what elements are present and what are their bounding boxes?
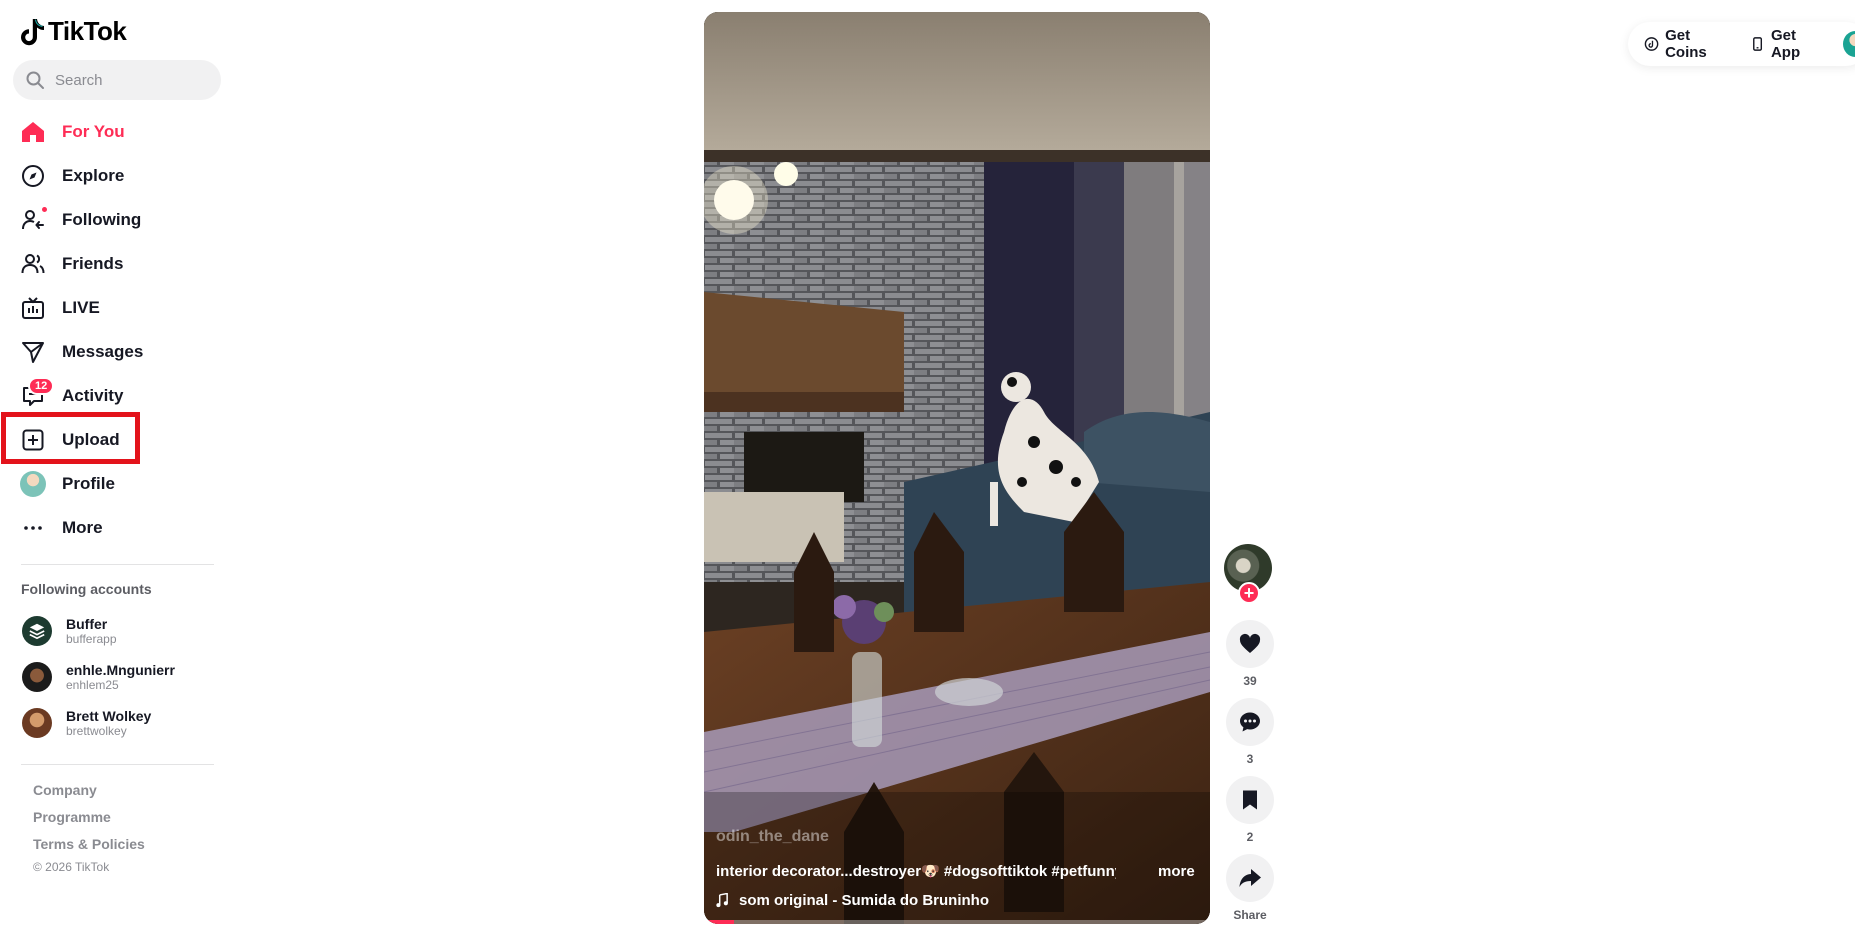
nav-label: Messages — [62, 342, 144, 361]
nav-item-activity[interactable]: 12 Activity — [8, 374, 228, 418]
nav-item-friends[interactable]: Friends — [8, 242, 228, 286]
phone-icon — [1752, 37, 1762, 51]
search-icon — [26, 71, 44, 89]
following-account-item[interactable]: Buffer bufferapp — [22, 616, 117, 646]
user-avatar[interactable] — [1843, 31, 1855, 57]
account-name: enhle.Mngunierr — [66, 662, 175, 678]
nav-label: Profile — [62, 474, 115, 493]
nav-item-upload[interactable]: Upload — [8, 418, 228, 462]
nav-item-following[interactable]: Following — [8, 198, 228, 242]
nav-label: LIVE — [62, 298, 100, 317]
search-input[interactable] — [55, 71, 205, 89]
search-bar[interactable] — [13, 60, 221, 100]
nav-item-more[interactable]: More — [8, 506, 228, 550]
like-action: 39 — [1226, 620, 1274, 688]
nav-label: Upload — [62, 430, 120, 449]
nav-item-profile[interactable]: Profile — [8, 462, 228, 506]
following-icon — [20, 207, 47, 233]
divider — [21, 564, 214, 565]
video-author[interactable]: odin_the_dane — [716, 828, 829, 846]
avatar — [22, 708, 52, 738]
video-caption: interior decorator...destroyer🐶 #dogsoft… — [716, 863, 1116, 880]
video-progress-fill — [704, 920, 735, 924]
upload-icon — [20, 427, 46, 453]
get-app-label: Get App — [1770, 27, 1801, 61]
following-account-item[interactable]: enhle.Mngunierr enhlem25 — [22, 662, 175, 692]
account-name: Brett Wolkey — [66, 708, 152, 724]
video-actions: + 39 3 2 Share — [1224, 544, 1276, 922]
nav-item-live[interactable]: LIVE — [8, 286, 228, 330]
music-label: som original - Sumida do Bruninho — [739, 892, 989, 909]
share-arrow-icon — [1239, 869, 1261, 887]
sidebar: TikTok For You Explore Following — [0, 0, 240, 941]
comment-button[interactable] — [1226, 698, 1274, 746]
video-player[interactable]: odin_the_dane interior decorator...destr… — [704, 12, 1210, 924]
nav-item-for-you[interactable]: For You — [8, 110, 228, 154]
heart-icon — [1239, 633, 1261, 653]
logo-text: TikTok — [48, 16, 127, 46]
share-label: Share — [1233, 908, 1267, 922]
buffer-avatar — [22, 616, 52, 646]
get-coins-label: Get Coins — [1665, 27, 1707, 61]
share-action: Share — [1226, 854, 1274, 922]
following-accounts-title: Following accounts — [21, 581, 152, 597]
save-count: 2 — [1246, 830, 1254, 844]
save-button[interactable] — [1226, 776, 1274, 824]
nav-item-explore[interactable]: Explore — [8, 154, 228, 198]
copyright: © 2026 TikTok — [33, 860, 110, 874]
home-icon — [20, 119, 46, 145]
music-note-icon — [716, 893, 728, 908]
like-count: 39 — [1243, 674, 1257, 688]
coin-icon — [1644, 37, 1659, 51]
nav-label: Activity — [62, 386, 124, 405]
caption-more-button[interactable]: more — [1158, 863, 1195, 880]
avatar — [20, 471, 46, 497]
save-action: 2 — [1226, 776, 1274, 844]
live-icon — [20, 295, 46, 321]
activity-badge: 12 — [28, 377, 55, 395]
comment-action: 3 — [1226, 698, 1274, 766]
get-coins-button[interactable]: Get Coins — [1644, 27, 1732, 61]
compass-icon — [20, 163, 46, 189]
divider — [21, 764, 214, 765]
video-progress-bar[interactable] — [704, 920, 1210, 924]
notification-dot — [42, 207, 47, 212]
following-account-item[interactable]: Brett Wolkey brettwolkey — [22, 708, 151, 738]
share-button[interactable] — [1226, 854, 1274, 902]
main-nav: For You Explore Following Friends LIVE M… — [8, 110, 228, 550]
nav-label: Following — [62, 210, 142, 229]
tiktok-logo[interactable]: TikTok — [20, 16, 127, 47]
nav-item-messages[interactable]: Messages — [8, 330, 228, 374]
account-username: brettwolkey — [66, 724, 127, 738]
nav-label: For You — [62, 122, 125, 141]
account-username: bufferapp — [66, 632, 117, 646]
footer-link-company[interactable]: Company — [33, 782, 97, 798]
friends-icon — [20, 251, 46, 277]
tiktok-logo-icon — [21, 18, 44, 45]
account-name: Buffer — [66, 616, 108, 632]
comment-count: 3 — [1246, 752, 1254, 766]
video-music[interactable]: som original - Sumida do Bruninho — [716, 892, 989, 909]
account-username: enhlem25 — [66, 678, 119, 692]
video-frame — [704, 12, 1210, 924]
nav-label: Explore — [62, 166, 125, 185]
send-icon — [20, 339, 46, 365]
comment-icon — [1240, 712, 1260, 732]
footer-link-programme[interactable]: Programme — [33, 809, 111, 825]
like-button[interactable] — [1226, 620, 1274, 668]
follow-button[interactable]: + — [1238, 582, 1260, 604]
nav-label: More — [62, 518, 103, 537]
footer-link-terms[interactable]: Terms & Policies — [33, 836, 145, 852]
bookmark-icon — [1243, 790, 1257, 810]
activity-icon: 12 — [20, 377, 55, 409]
more-icon — [20, 515, 46, 541]
avatar — [22, 662, 52, 692]
get-app-button[interactable]: Get App — [1750, 27, 1826, 61]
top-right-actions: Get Coins Get App — [1628, 22, 1855, 66]
nav-label: Friends — [62, 254, 124, 273]
